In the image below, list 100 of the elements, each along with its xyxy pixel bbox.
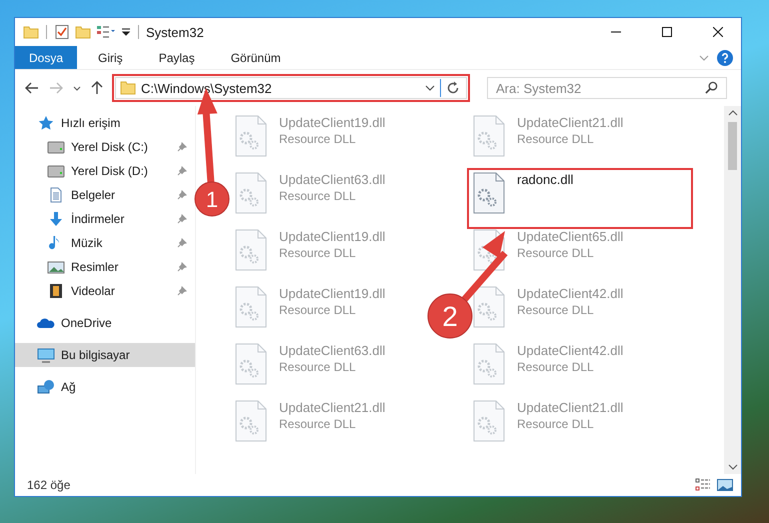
sidebar-item[interactable]: Yerel Disk (C:) — [15, 135, 195, 159]
sidebar-item[interactable]: İndirmeler — [15, 207, 195, 231]
file-name: UpdateClient19.dll — [279, 229, 386, 244]
callout-number: 1 — [206, 187, 218, 212]
file-type: Resource DLL — [279, 360, 357, 374]
search-field[interactable]: Ara: System32 — [487, 77, 727, 99]
dll-file-icon — [235, 115, 267, 157]
recent-caret-icon[interactable] — [73, 86, 81, 90]
star-icon — [37, 115, 55, 131]
sidebar-item[interactable]: Müzik — [15, 231, 195, 255]
pin-icon[interactable] — [177, 262, 187, 272]
file-name: UpdateClient42.dll — [517, 343, 624, 358]
pin-icon[interactable] — [177, 286, 187, 296]
ribbon-tab[interactable]: Dosya — [15, 46, 78, 69]
file-type: Resource DLL — [279, 246, 357, 260]
dll-file-icon — [473, 115, 505, 157]
scroll-up-icon[interactable] — [728, 110, 738, 116]
help-icon[interactable] — [717, 50, 733, 66]
sidebar-label: Resimler — [71, 260, 118, 274]
dll-file-icon — [473, 343, 505, 385]
file-item[interactable]: radonc.dll — [469, 170, 691, 227]
callout-badge — [194, 182, 230, 216]
sidebar-item[interactable]: Bu bilgisayar — [15, 343, 195, 367]
dll-file-icon — [473, 172, 505, 214]
sidebar-label: OneDrive — [61, 316, 112, 330]
scroll-down-icon[interactable] — [728, 464, 738, 470]
vertical-scrollbar[interactable] — [724, 106, 741, 474]
expand-ribbon-icon[interactable] — [699, 54, 709, 60]
dll-file-icon — [235, 286, 267, 328]
window-title: System32 — [146, 24, 204, 40]
sidebar-label: Yerel Disk (C:) — [71, 140, 148, 154]
refresh-icon[interactable] — [446, 81, 460, 95]
details-view-icon[interactable] — [695, 478, 711, 492]
network-icon — [37, 379, 55, 395]
pin-icon[interactable] — [177, 166, 187, 176]
sidebar-label: Yerel Disk (D:) — [71, 164, 148, 178]
folder-icon — [120, 80, 136, 96]
file-type: Resource DLL — [517, 132, 595, 146]
file-name: UpdateClient42.dll — [517, 286, 624, 301]
address-path: C:\Windows\System32 — [141, 80, 273, 96]
up-arrow-icon[interactable] — [91, 81, 103, 95]
sidebar-label: Müzik — [71, 236, 102, 250]
file-name: radonc.dll — [517, 172, 574, 187]
maximize-icon — [662, 27, 672, 37]
file-name: UpdateClient21.dll — [517, 400, 624, 415]
dll-file-icon — [235, 343, 267, 385]
sidebar-item[interactable]: Belgeler — [15, 183, 195, 207]
search-icon — [705, 81, 718, 94]
pin-icon[interactable] — [177, 142, 187, 152]
file-type: Resource DLL — [279, 132, 357, 146]
sidebar-label: Hızlı erişim — [61, 116, 120, 130]
sidebar-label: Videolar — [71, 284, 115, 298]
file-name: UpdateClient19.dll — [279, 286, 386, 301]
customize-caret-icon[interactable] — [121, 27, 131, 37]
dll-file-icon — [473, 400, 505, 442]
large-icons-view-icon[interactable] — [717, 478, 733, 492]
file-type: Resource DLL — [517, 303, 595, 317]
drive-icon — [47, 163, 65, 179]
file-type: Resource DLL — [517, 246, 595, 260]
pin-icon[interactable] — [177, 214, 187, 224]
ribbon-tab[interactable]: Paylaş — [144, 46, 210, 69]
sidebar-item[interactable]: Videolar — [15, 279, 195, 303]
pictures-icon — [47, 259, 65, 275]
file-name: UpdateClient63.dll — [279, 172, 386, 187]
file-type: Resource DLL — [517, 417, 595, 431]
view-options-icon[interactable] — [96, 24, 116, 40]
file-name: UpdateClient65.dll — [517, 229, 624, 244]
sidebar-item[interactable]: OneDrive — [15, 311, 195, 335]
drive-icon — [47, 139, 65, 155]
sidebar-label: İndirmeler — [71, 212, 124, 226]
file-type: Resource DLL — [279, 303, 357, 317]
pin-icon[interactable] — [177, 238, 187, 248]
dll-file-icon — [235, 400, 267, 442]
file-type: Resource DLL — [517, 360, 595, 374]
file-name: UpdateClient21.dll — [517, 115, 624, 130]
pin-icon[interactable] — [177, 190, 187, 200]
videos-icon — [47, 283, 65, 299]
callout-badge — [428, 294, 472, 338]
file-name: UpdateClient21.dll — [279, 400, 386, 415]
scroll-thumb[interactable] — [728, 122, 737, 170]
ribbon-tab[interactable]: Görünüm — [216, 46, 296, 69]
file-name: UpdateClient19.dll — [279, 115, 386, 130]
file-type: Resource DLL — [279, 189, 357, 203]
sidebar-item[interactable]: Hızlı erişim — [15, 111, 195, 135]
callout-number: 2 — [442, 301, 458, 332]
dll-file-icon — [235, 229, 267, 271]
properties-icon[interactable] — [54, 24, 70, 40]
sidebar-item[interactable]: Yerel Disk (D:) — [15, 159, 195, 183]
file-name: UpdateClient63.dll — [279, 343, 386, 358]
sidebar-label: Ağ — [61, 380, 76, 394]
dropdown-caret-icon[interactable] — [425, 85, 435, 91]
back-arrow-icon[interactable] — [25, 82, 39, 94]
sidebar-item[interactable]: Resimler — [15, 255, 195, 279]
sidebar-label: Bu bilgisayar — [61, 348, 130, 362]
pc-icon — [37, 347, 55, 363]
minimize-icon — [611, 31, 621, 33]
ribbon-tab[interactable]: Giriş — [83, 46, 138, 69]
sidebar-item[interactable]: Ağ — [15, 375, 195, 399]
address-bar[interactable]: C:\Windows\System32 — [115, 77, 467, 99]
dll-file-icon — [235, 172, 267, 214]
